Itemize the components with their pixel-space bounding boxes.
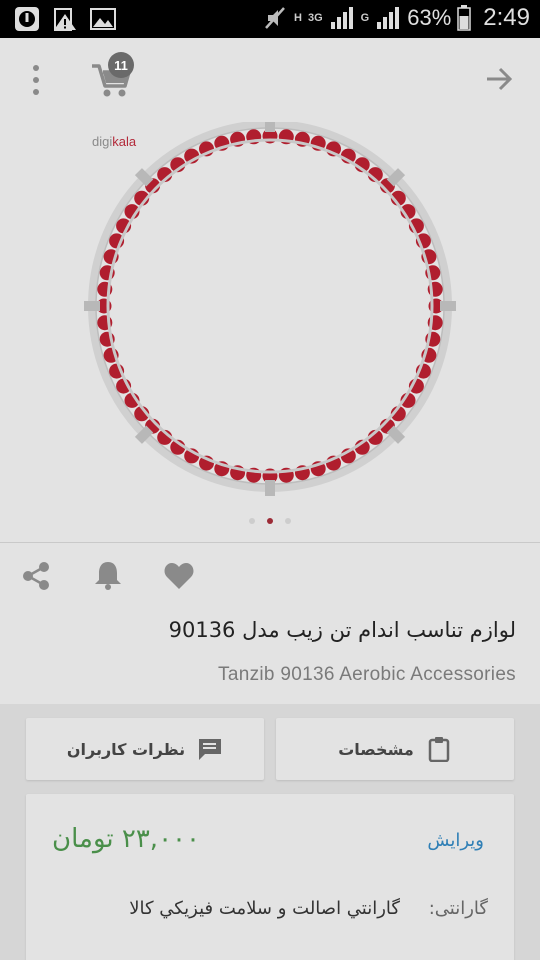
bell-icon[interactable]	[92, 559, 124, 591]
edit-link[interactable]: ویرایش	[427, 830, 484, 851]
price: ۲۳,۰۰۰ تومان	[52, 824, 200, 854]
app-header: 11	[0, 38, 540, 122]
reviews-tab-button[interactable]: نظرات کاربران	[26, 718, 264, 780]
clock: 2:49	[483, 4, 530, 31]
hoop-joint	[265, 480, 275, 496]
product-title-fa: لوازم تناسب اندام تن زیب مدل 90136	[168, 618, 516, 642]
warning-icon	[54, 8, 76, 31]
product-image-hoop	[84, 122, 456, 496]
specs-tab-label: مشخصات	[338, 739, 414, 759]
heart-icon[interactable]	[163, 561, 195, 591]
pagination-dot[interactable]	[249, 518, 255, 524]
specs-tab-button[interactable]: مشخصات	[276, 718, 514, 780]
warranty-value: گارانتي اصالت و سلامت فيزيکي کالا	[129, 898, 400, 919]
price-card: ۲۳,۰۰۰ تومان ویرایش گارانتی: گارانتي اصا…	[26, 794, 514, 960]
share-icon[interactable]	[22, 561, 50, 591]
warranty-label: گارانتی:	[428, 898, 488, 919]
battery-icon	[457, 5, 472, 31]
mute-icon	[265, 7, 285, 29]
clipboard-icon	[428, 737, 450, 762]
pagination-dot[interactable]	[267, 518, 273, 524]
hoop-joint	[440, 301, 456, 311]
product-title-en: Tanzib 90136 Aerobic Accessories	[218, 664, 516, 685]
hoop-joint	[265, 122, 275, 132]
cart-count-badge[interactable]: 11	[108, 52, 134, 78]
gallery-pagination	[0, 518, 540, 524]
signal-icon-2	[377, 7, 400, 29]
gallery-icon	[90, 8, 116, 30]
signal-icon	[330, 7, 353, 29]
reviews-tab-label: نظرات کاربران	[66, 739, 186, 759]
product-actions	[0, 543, 540, 613]
network-g-label: G	[360, 12, 370, 24]
more-vert-icon[interactable]	[28, 62, 44, 98]
comment-icon	[199, 739, 222, 760]
battery-percent: 63%	[407, 5, 452, 30]
network-h-label: H	[294, 12, 302, 24]
arrow-forward-icon[interactable]	[484, 64, 514, 94]
hoop-joint	[84, 301, 100, 311]
notification-icon	[15, 7, 39, 31]
network-3g-label: 3G	[307, 12, 323, 24]
status-bar: H 3G G 63% 2:49	[0, 0, 540, 38]
product-gallery[interactable]: digikala	[0, 122, 540, 542]
pagination-dot[interactable]	[285, 518, 291, 524]
